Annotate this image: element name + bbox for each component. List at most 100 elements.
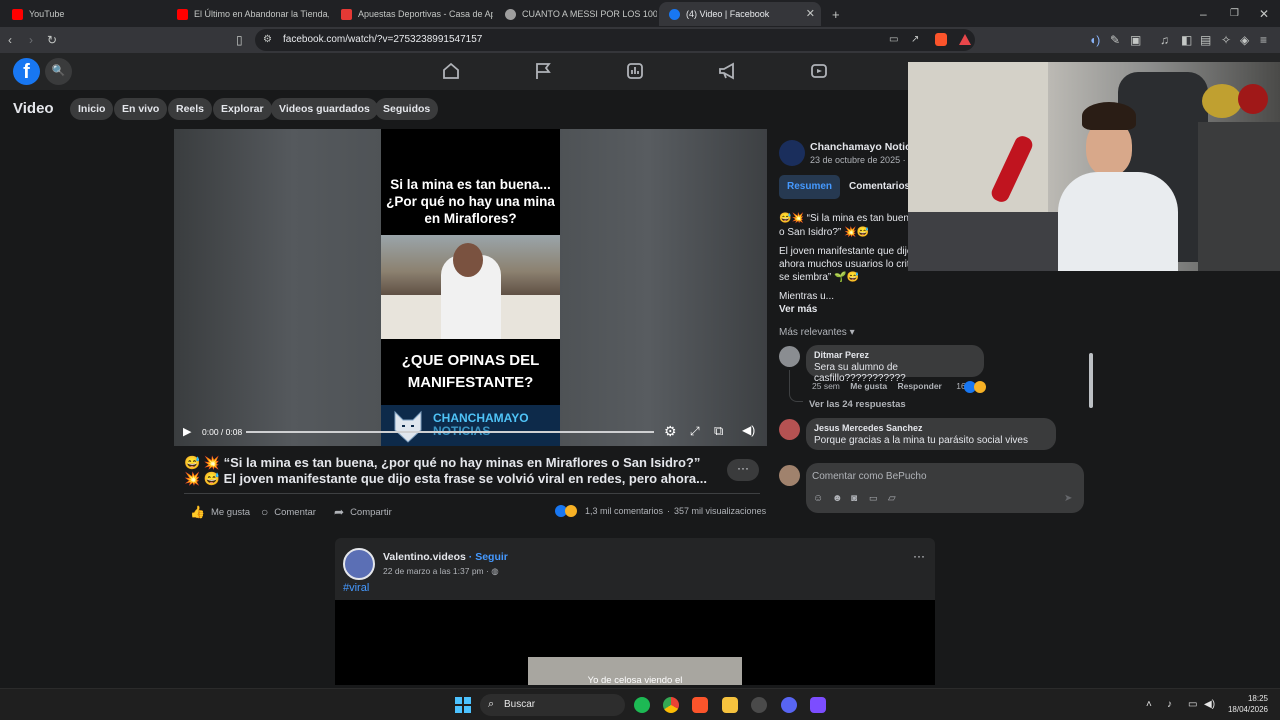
comments-scrollbar[interactable]: [1089, 345, 1093, 445]
sticker-icon[interactable]: ▱: [888, 493, 896, 504]
fullscreen-icon[interactable]: ⤢: [690, 424, 700, 439]
forward-icon[interactable]: ›: [29, 32, 33, 48]
extension-icon[interactable]: ✎: [1110, 32, 1120, 48]
post-author[interactable]: Valentino.videos: [383, 551, 466, 563]
comment-like-button[interactable]: Me gusta: [850, 381, 887, 391]
tab-facebook[interactable]: (4) Video | Facebook ✕: [659, 2, 821, 26]
cast-icon[interactable]: ▭: [889, 32, 898, 48]
subnav-reels[interactable]: Reels: [168, 98, 213, 120]
wallet-icon[interactable]: ▤: [1200, 32, 1211, 48]
tab-resumen[interactable]: Resumen: [779, 175, 841, 199]
taskbar-search[interactable]: ⌕ Buscar: [480, 694, 625, 716]
commenter-avatar[interactable]: [779, 419, 800, 440]
tab-youtube-video[interactable]: El Último en Abandonar la Tienda, Ga: [167, 2, 329, 26]
site-info-icon[interactable]: ⚙: [263, 32, 272, 48]
leo-icon[interactable]: ✧: [1221, 32, 1231, 48]
send-icon[interactable]: ➤: [1064, 493, 1072, 504]
tab-apuestas[interactable]: Apuestas Deportivas - Casa de Apue: [331, 2, 493, 26]
video-player[interactable]: Si la mina es tan buena... ¿Por qué no h…: [174, 129, 767, 446]
reload-icon[interactable]: ↻: [47, 32, 57, 48]
gif-icon[interactable]: ▭: [869, 493, 878, 504]
post-date[interactable]: 23 de octubre de 2025 ·: [810, 155, 906, 165]
comment-age[interactable]: 25 sem: [812, 381, 840, 391]
app-grid-icon[interactable]: [810, 697, 826, 713]
subnav-inicio[interactable]: Inicio: [70, 98, 114, 120]
camera-icon[interactable]: ◙: [851, 493, 857, 504]
comment-input-box[interactable]: Comentar como BePucho ☺ ☻ ◙ ▭ ▱ ➤: [806, 463, 1084, 513]
author-avatar[interactable]: [343, 548, 375, 580]
window-close-icon[interactable]: ✕: [1259, 6, 1269, 22]
network-icon[interactable]: ▭: [1188, 699, 1197, 710]
tab-messi[interactable]: CUANTO A MESSI POR LOS 1000 - B: [495, 2, 657, 26]
windows-start-icon[interactable]: [455, 697, 471, 713]
music-icon[interactable]: ♫: [1160, 32, 1169, 48]
maximize-icon[interactable]: ❐: [1230, 6, 1239, 22]
post-date[interactable]: 22 de marzo a las 1:37 pm ·: [383, 566, 489, 576]
bookmark-icon[interactable]: ▯: [236, 32, 243, 48]
megaphone-icon[interactable]: [718, 62, 736, 80]
post-options-button[interactable]: ···: [727, 459, 759, 481]
play-icon[interactable]: ▶: [183, 425, 191, 438]
comments-count[interactable]: 1,3 mil comentarios: [585, 506, 663, 516]
avatar-sticker-icon[interactable]: ☺: [813, 493, 823, 504]
minimize-icon[interactable]: –: [1200, 6, 1207, 22]
subnav-en-vivo[interactable]: En vivo: [114, 98, 168, 120]
new-tab-button[interactable]: +: [822, 2, 842, 26]
sort-comments-dropdown[interactable]: Más relevantes ▾: [779, 326, 855, 339]
like-button[interactable]: 👍 Me gusta: [190, 505, 250, 519]
comment-author[interactable]: Jesus Mercedes Sanchez: [814, 423, 1048, 433]
subnav-explorar[interactable]: Explorar: [213, 98, 272, 120]
post-video[interactable]: Yo de celosa viendo el: [335, 600, 935, 686]
close-tab-icon[interactable]: ✕: [806, 7, 815, 20]
commenter-avatar[interactable]: [779, 346, 800, 367]
clock[interactable]: 18:25 18/04/2026: [1226, 694, 1268, 714]
comment-author[interactable]: Ditmar Perez: [814, 350, 976, 360]
spotify-icon[interactable]: [634, 697, 650, 713]
scrollbar-thumb[interactable]: [1089, 353, 1093, 408]
comment-input[interactable]: Comentar como BePucho: [812, 471, 927, 482]
speaker-icon[interactable]: ◀): [1204, 699, 1215, 710]
menu-icon[interactable]: ≡: [1260, 32, 1267, 48]
tray-chevron-icon[interactable]: ˄: [1146, 699, 1152, 710]
see-more-link[interactable]: Ver más: [779, 303, 817, 316]
page-avatar[interactable]: [779, 140, 805, 166]
facebook-logo[interactable]: f: [13, 58, 40, 85]
tab-comentarios[interactable]: Comentarios: [841, 175, 918, 199]
subnav-seguidos[interactable]: Seguidos: [375, 98, 439, 120]
vpn-icon[interactable]: ◈: [1240, 32, 1249, 48]
hashtag-link[interactable]: #viral: [343, 582, 369, 594]
subnav-videos-guardados[interactable]: Videos guardados: [271, 98, 378, 120]
settings-gear-icon[interactable]: ⚙: [664, 423, 677, 440]
view-replies-link[interactable]: Ver las 24 respuestas: [809, 399, 906, 410]
discord-icon[interactable]: [781, 697, 797, 713]
chart-icon[interactable]: [626, 62, 644, 80]
home-icon[interactable]: [442, 62, 460, 80]
audio-icon[interactable]: ◖): [1089, 32, 1100, 48]
chrome-icon[interactable]: [663, 697, 679, 713]
brave-icon[interactable]: [692, 697, 708, 713]
microphone-icon[interactable]: ♪: [1167, 699, 1172, 710]
comment-reply-button[interactable]: Responder: [897, 381, 941, 391]
comment-button[interactable]: ○ Comentar: [261, 505, 316, 519]
user-avatar[interactable]: [779, 465, 800, 486]
address-field[interactable]: ⚙ facebook.com/watch/?v=2753238991547157…: [255, 29, 975, 51]
page-scrollbar[interactable]: [1271, 92, 1277, 686]
file-explorer-icon[interactable]: [722, 697, 738, 713]
search-icon[interactable]: 🔍: [45, 58, 72, 85]
share-button[interactable]: ➦ Compartir: [334, 505, 392, 519]
sidebar-icon[interactable]: ◧: [1181, 32, 1192, 48]
follow-button[interactable]: · Seguir: [469, 551, 508, 563]
tab-youtube[interactable]: YouTube: [2, 2, 167, 26]
emoji-icon[interactable]: ☻: [832, 493, 843, 504]
share-icon[interactable]: ↗: [911, 32, 919, 48]
rewards-icon[interactable]: [959, 34, 971, 45]
video-progress-bar[interactable]: [246, 431, 654, 433]
volume-icon[interactable]: ◀): [742, 423, 755, 437]
page-name[interactable]: Chanchamayo Noticia: [810, 141, 920, 153]
video-icon[interactable]: [810, 62, 828, 80]
flag-icon[interactable]: [534, 62, 552, 80]
picture-in-picture-icon[interactable]: ⧉: [714, 423, 723, 439]
obs-icon[interactable]: [751, 697, 767, 713]
brave-shield-icon[interactable]: [935, 33, 947, 46]
screenshot-icon[interactable]: ▣: [1130, 32, 1141, 48]
